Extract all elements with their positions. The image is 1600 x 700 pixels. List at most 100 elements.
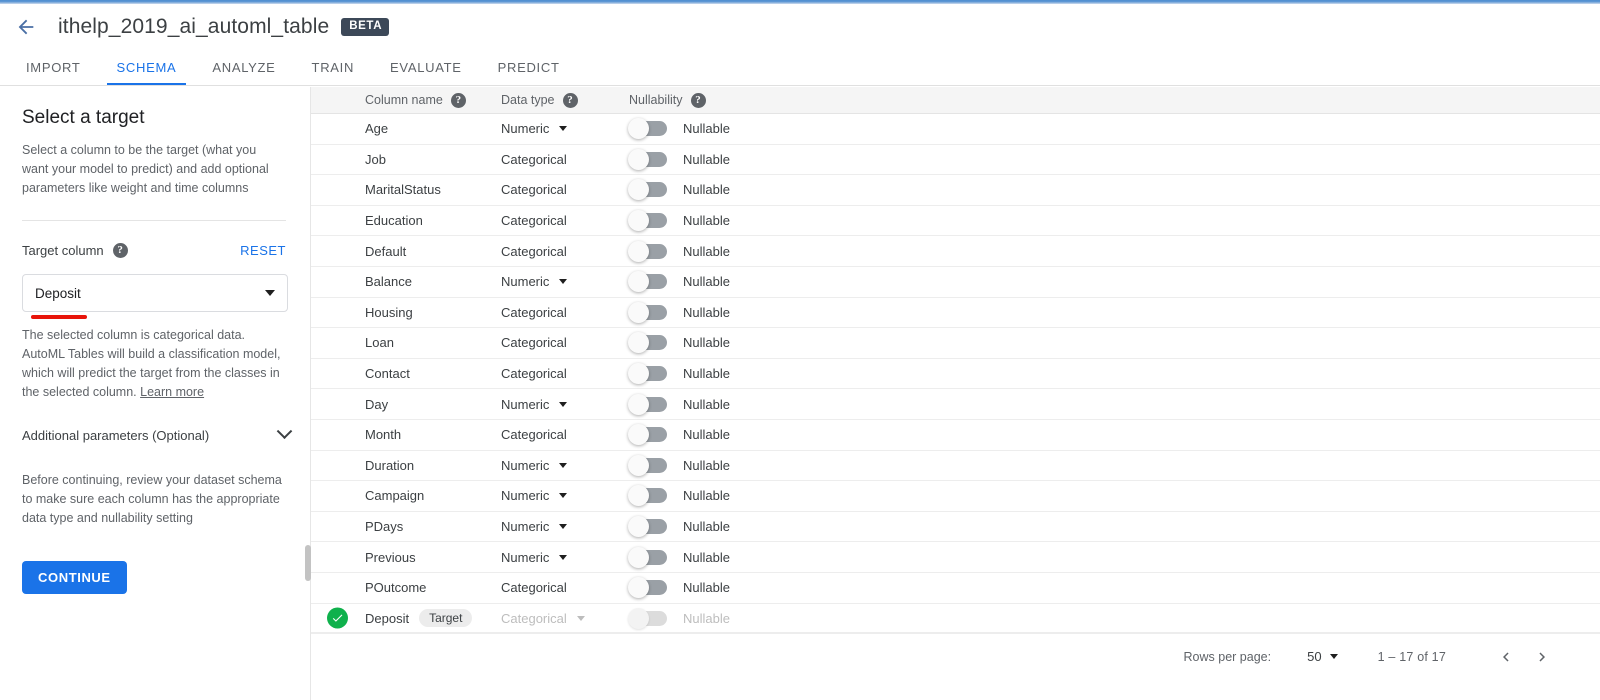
cell-data-type[interactable]: Categorical (501, 182, 629, 197)
table-pagination: Rows per page: 50 1 – 17 of 17 (311, 632, 1600, 680)
table-scrollbar[interactable] (305, 87, 311, 700)
nullability-toggle[interactable] (628, 148, 667, 170)
nullability-toggle[interactable] (628, 210, 667, 232)
cell-data-type[interactable]: Categorical (501, 427, 629, 442)
cell-data-type[interactable]: Numeric (501, 397, 629, 412)
cell-data-type[interactable]: Numeric (501, 121, 629, 136)
tab-import[interactable]: IMPORT (8, 49, 99, 85)
cell-nullability: Nullable (628, 301, 1600, 323)
nullability-toggle[interactable] (628, 363, 667, 385)
cell-data-type[interactable]: Categorical (501, 611, 629, 626)
target-column-select[interactable]: Deposit (22, 274, 288, 312)
data-type-text: Categorical (501, 182, 567, 198)
data-type-text: Numeric (501, 274, 550, 290)
tab-analyze[interactable]: ANALYZE (194, 49, 293, 85)
select-target-panel: Select a target Select a column to be th… (0, 87, 311, 700)
data-type-text: Categorical (501, 335, 567, 351)
chevron-left-icon[interactable] (1488, 639, 1524, 675)
chevron-down-icon (559, 524, 568, 530)
table-row[interactable]: PDays Numeric Nullable (311, 512, 1600, 543)
table-row[interactable]: Balance Numeric Nullable (311, 267, 1600, 298)
nullability-toggle[interactable] (628, 516, 667, 538)
table-row[interactable]: POutcome Categorical Nullable (311, 573, 1600, 604)
cell-data-type[interactable]: Categorical (501, 335, 629, 350)
table-row[interactable]: Loan Categorical Nullable (311, 328, 1600, 359)
cell-data-type[interactable]: Numeric (501, 488, 629, 503)
cell-data-type[interactable]: Categorical (501, 580, 629, 595)
chevron-down-icon (1329, 654, 1338, 659)
column-name-text: Age (365, 121, 389, 137)
toggle-knob (628, 118, 649, 140)
tab-evaluate[interactable]: EVALUATE (372, 49, 480, 85)
continue-button[interactable]: CONTINUE (22, 560, 127, 594)
table-row[interactable]: Day Numeric Nullable (311, 389, 1600, 420)
nullability-toggle[interactable] (628, 454, 667, 476)
cell-data-type[interactable]: Categorical (501, 366, 629, 381)
help-icon-column-name[interactable]: ? (450, 92, 466, 108)
nullability-toggle[interactable] (628, 301, 667, 323)
table-row[interactable]: Job Categorical Nullable (311, 145, 1600, 176)
toggle-knob (628, 148, 649, 170)
tab-schema[interactable]: SCHEMA (99, 49, 195, 85)
cell-data-type[interactable]: Categorical (501, 152, 629, 167)
arrow-back-icon[interactable] (0, 4, 52, 50)
cell-column-name: Education (311, 213, 501, 228)
cell-data-type[interactable]: Categorical (501, 244, 629, 259)
column-name-text: POutcome (365, 580, 427, 596)
cell-data-type[interactable]: Categorical (501, 305, 629, 320)
nullable-label: Nullable (683, 488, 730, 504)
nullability-toggle[interactable] (628, 271, 667, 293)
table-row[interactable]: Month Categorical Nullable (311, 420, 1600, 451)
table-row[interactable]: Education Categorical Nullable (311, 206, 1600, 237)
toggle-knob (628, 393, 649, 415)
cell-nullability: Nullable (628, 607, 1600, 629)
target-chip: Target (419, 609, 473, 628)
table-row[interactable]: Age Numeric Nullable (311, 114, 1600, 145)
cell-column-name: Age (311, 121, 501, 136)
help-icon-target-column[interactable]: ? (112, 243, 128, 258)
cell-data-type[interactable]: Numeric (501, 458, 629, 473)
reset-button[interactable]: RESET (240, 243, 286, 258)
table-row[interactable]: Default Categorical Nullable (311, 236, 1600, 267)
nullability-toggle[interactable] (628, 118, 667, 140)
cell-data-type[interactable]: Numeric (501, 550, 629, 565)
table-row[interactable]: Campaign Numeric Nullable (311, 481, 1600, 512)
table-row[interactable]: Previous Numeric Nullable (311, 542, 1600, 573)
rows-per-page-select[interactable]: 50 (1307, 649, 1338, 664)
nullability-toggle[interactable] (628, 424, 667, 446)
tab-predict[interactable]: PREDICT (480, 49, 578, 85)
nullability-toggle[interactable] (628, 240, 667, 262)
cell-nullability: Nullable (628, 271, 1600, 293)
cell-data-type[interactable]: Numeric (501, 519, 629, 534)
panel-title: Select a target (22, 107, 145, 128)
nullable-label: Nullable (683, 335, 730, 351)
chevron-down-icon (559, 554, 568, 560)
table-row[interactable]: Deposit Target Categorical Nullable (311, 604, 1600, 635)
nullability-toggle[interactable] (628, 577, 667, 599)
header-nullability-label: Nullability (629, 93, 683, 107)
nullability-toggle[interactable] (628, 332, 667, 354)
learn-more-link[interactable]: Learn more (140, 385, 204, 399)
table-row[interactable]: Duration Numeric Nullable (311, 451, 1600, 482)
help-icon-nullability[interactable]: ? (690, 92, 706, 108)
nullability-toggle[interactable] (628, 393, 667, 415)
chevron-right-icon[interactable] (1524, 639, 1560, 675)
table-row[interactable]: MaritalStatus Categorical Nullable (311, 175, 1600, 206)
additional-parameters-toggle[interactable]: Additional parameters (Optional) (22, 423, 293, 443)
help-icon-data-type[interactable]: ? (562, 92, 578, 108)
cell-data-type[interactable]: Categorical (501, 213, 629, 228)
toggle-knob (628, 485, 649, 507)
chevron-down-icon (559, 493, 568, 499)
table-row[interactable]: Contact Categorical Nullable (311, 359, 1600, 390)
panel-divider (22, 220, 286, 221)
table-row[interactable]: Housing Categorical Nullable (311, 298, 1600, 329)
nullability-toggle[interactable] (628, 179, 667, 201)
nullability-toggle[interactable] (628, 546, 667, 568)
tab-train[interactable]: TRAIN (294, 49, 373, 85)
cell-data-type[interactable]: Numeric (501, 274, 629, 289)
toggle-knob (628, 607, 649, 629)
cell-column-name: Duration (311, 458, 501, 473)
nullability-toggle[interactable] (628, 485, 667, 507)
chevron-down-icon (276, 423, 293, 440)
data-type-text: Numeric (501, 488, 550, 504)
